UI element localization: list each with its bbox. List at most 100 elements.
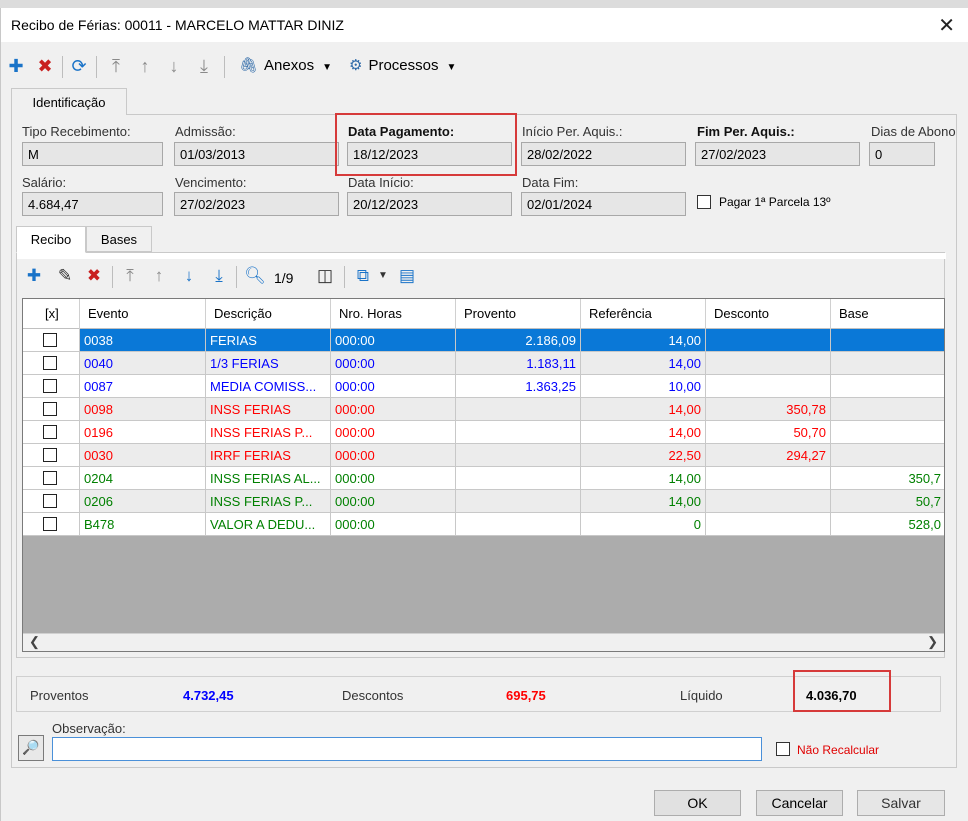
cell-descricao[interactable]: IRRF FERIAS	[206, 444, 331, 467]
row-checkbox[interactable]	[43, 448, 57, 462]
row-select-cell[interactable]	[23, 398, 80, 421]
cell-base[interactable]	[831, 398, 944, 421]
grid-down-icon[interactable]: ↓	[178, 264, 200, 288]
cell-provento[interactable]	[456, 444, 581, 467]
column-header-referencia[interactable]: Referência	[581, 299, 706, 329]
cell-horas[interactable]: 000:00	[331, 329, 456, 352]
cell-base[interactable]	[831, 352, 944, 375]
column-header-descricao[interactable]: Descrição	[206, 299, 331, 329]
cell-base[interactable]: 528,0	[831, 513, 944, 536]
cell-provento[interactable]: 1.183,11	[456, 352, 581, 375]
table-row[interactable]: 0206 INSS FERIAS P... 000:00 14,00 50,7	[23, 490, 944, 513]
column-header-select[interactable]: [x]	[23, 299, 80, 329]
cell-evento[interactable]: 0204	[80, 467, 206, 490]
cell-horas[interactable]: 000:00	[331, 513, 456, 536]
refresh-icon[interactable]: ⟳	[68, 54, 90, 78]
cell-descricao[interactable]: INSS FERIAS AL...	[206, 467, 331, 490]
cell-provento[interactable]	[456, 421, 581, 444]
observacao-input[interactable]	[52, 737, 762, 761]
pagar-parcela-checkbox[interactable]	[697, 195, 711, 209]
search-icon[interactable]: 🔍︎	[244, 264, 266, 288]
cell-horas[interactable]: 000:00	[331, 375, 456, 398]
tab-identificacao[interactable]: Identificação	[11, 88, 127, 115]
cell-referencia[interactable]: 0	[581, 513, 706, 536]
anexos-menu[interactable]: 🖇 Anexos ▼	[239, 56, 332, 74]
cell-provento[interactable]	[456, 398, 581, 421]
cell-horas[interactable]: 000:00	[331, 467, 456, 490]
table-row[interactable]: 0030 IRRF FERIAS 000:00 22,50 294,27	[23, 444, 944, 467]
cell-desconto[interactable]	[706, 490, 831, 513]
cell-referencia[interactable]: 14,00	[581, 421, 706, 444]
delete-icon[interactable]: ✖	[34, 54, 56, 78]
cell-horas[interactable]: 000:00	[331, 352, 456, 375]
cell-referencia[interactable]: 14,00	[581, 467, 706, 490]
cell-base[interactable]: 50,7	[831, 490, 944, 513]
row-select-cell[interactable]	[23, 421, 80, 444]
cell-provento[interactable]: 1.363,25	[456, 375, 581, 398]
grid-last-icon[interactable]: ⤓	[208, 264, 230, 288]
cell-base[interactable]	[831, 444, 944, 467]
dias-abono-field[interactable]: 0	[869, 142, 935, 166]
cell-evento[interactable]: 0038	[80, 329, 206, 352]
cancelar-button[interactable]: Cancelar	[756, 790, 843, 816]
up-icon[interactable]: ↑	[134, 54, 156, 78]
cell-evento[interactable]: 0030	[80, 444, 206, 467]
cell-base[interactable]	[831, 329, 944, 352]
vencimento-field[interactable]: 27/02/2023	[174, 192, 339, 216]
ok-button[interactable]: OK	[654, 790, 741, 816]
salvar-button[interactable]: Salvar	[857, 790, 945, 816]
cell-descricao[interactable]: FERIAS	[206, 329, 331, 352]
fim-per-aquis-field[interactable]: 27/02/2023	[695, 142, 860, 166]
horizontal-scrollbar[interactable]: ❮ ❯	[23, 633, 944, 651]
cell-referencia[interactable]: 14,00	[581, 329, 706, 352]
cell-descricao[interactable]: INSS FERIAS	[206, 398, 331, 421]
column-header-base[interactable]: Base	[831, 299, 944, 329]
grid-edit-icon[interactable]: ✎	[54, 264, 76, 288]
row-checkbox[interactable]	[43, 333, 57, 347]
cell-desconto[interactable]	[706, 352, 831, 375]
cell-desconto[interactable]	[706, 513, 831, 536]
cell-horas[interactable]: 000:00	[331, 398, 456, 421]
row-select-cell[interactable]	[23, 352, 80, 375]
inicio-per-aquis-field[interactable]: 28/02/2022	[521, 142, 686, 166]
table-row[interactable]: 0040 1/3 FERIAS 000:00 1.183,11 14,00	[23, 352, 944, 375]
tab-bases[interactable]: Bases	[86, 226, 152, 252]
cell-desconto[interactable]	[706, 329, 831, 352]
cell-provento[interactable]	[456, 513, 581, 536]
row-select-cell[interactable]	[23, 375, 80, 398]
row-checkbox[interactable]	[43, 471, 57, 485]
cell-horas[interactable]: 000:00	[331, 421, 456, 444]
scroll-left-icon[interactable]: ❮	[29, 634, 40, 650]
table-row[interactable]: 0204 INSS FERIAS AL... 000:00 14,00 350,7	[23, 467, 944, 490]
table-row[interactable]: 0038 FERIAS 000:00 2.186,09 14,00	[23, 329, 944, 352]
cell-referencia[interactable]: 22,50	[581, 444, 706, 467]
grid-add-icon[interactable]: ✚	[23, 264, 45, 288]
cell-descricao[interactable]: INSS FERIAS P...	[206, 421, 331, 444]
cell-base[interactable]	[831, 421, 944, 444]
cell-desconto[interactable]: 294,27	[706, 444, 831, 467]
column-header-desconto[interactable]: Desconto	[706, 299, 831, 329]
data-inicio-field[interactable]: 20/12/2023	[347, 192, 512, 216]
cell-desconto[interactable]: 50,70	[706, 421, 831, 444]
cell-referencia[interactable]: 14,00	[581, 352, 706, 375]
processos-menu[interactable]: ⚙ Processos ▼	[349, 56, 456, 74]
close-icon[interactable]: ✕	[938, 13, 955, 38]
column-header-evento[interactable]: Evento	[80, 299, 206, 329]
cell-desconto[interactable]	[706, 467, 831, 490]
row-select-cell[interactable]	[23, 513, 80, 536]
cell-base[interactable]: 350,7	[831, 467, 944, 490]
cell-evento[interactable]: B478	[80, 513, 206, 536]
cell-descricao[interactable]: MEDIA COMISS...	[206, 375, 331, 398]
cell-referencia[interactable]: 14,00	[581, 398, 706, 421]
row-checkbox[interactable]	[43, 379, 57, 393]
first-icon[interactable]: ⤒	[105, 54, 127, 78]
table-row[interactable]: 0087 MEDIA COMISS... 000:00 1.363,25 10,00	[23, 375, 944, 398]
cell-base[interactable]	[831, 375, 944, 398]
cell-provento[interactable]	[456, 490, 581, 513]
cell-evento[interactable]: 0196	[80, 421, 206, 444]
cell-evento[interactable]: 0040	[80, 352, 206, 375]
admissao-field[interactable]: 01/03/2013	[174, 142, 339, 166]
cell-evento[interactable]: 0206	[80, 490, 206, 513]
cell-descricao[interactable]: 1/3 FERIAS	[206, 352, 331, 375]
row-select-cell[interactable]	[23, 467, 80, 490]
